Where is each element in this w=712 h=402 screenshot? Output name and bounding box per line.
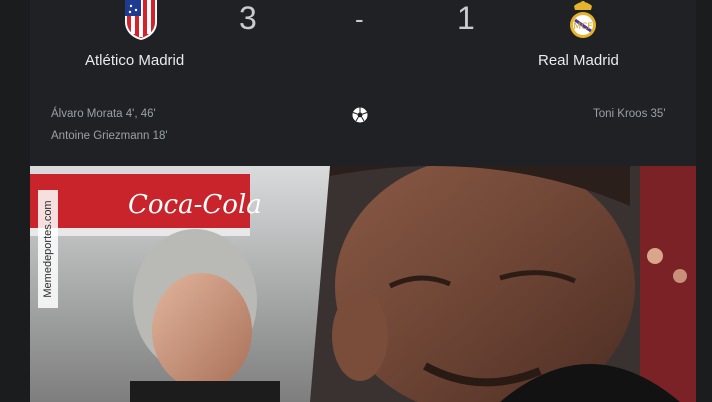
meme-photo: Coca-Cola Memedeportes.com [30, 166, 696, 402]
meme-photo-illustration: Coca-Cola [30, 166, 696, 402]
watermark-text: Memedeportes.com [42, 200, 54, 298]
banner-text: Coca-Cola [128, 190, 262, 220]
real-madrid-crest-icon[interactable]: MCF [564, 0, 602, 40]
soccer-ball-icon [352, 107, 368, 123]
score-separator: - [355, 4, 364, 34]
watermark: Memedeportes.com [38, 190, 58, 308]
svg-text:MCF: MCF [573, 22, 592, 32]
right-margin [696, 0, 712, 402]
home-score: 3 [239, 0, 257, 36]
home-team-name[interactable]: Atlético Madrid [85, 52, 184, 69]
away-scorer-1: Toni Kroos 35' [593, 108, 666, 120]
away-team-name[interactable]: Real Madrid [538, 52, 619, 69]
atletico-madrid-crest-icon[interactable] [122, 0, 160, 40]
home-scorer-2: Antoine Griezmann 18' [51, 130, 168, 142]
match-score-card[interactable]: 3 - 1 MCF Atlético Madrid Real Madrid Ál… [30, 0, 696, 166]
away-score: 1 [457, 0, 475, 36]
home-scorer-1: Álvaro Morata 4', 46' [51, 108, 156, 120]
left-margin [0, 0, 30, 402]
